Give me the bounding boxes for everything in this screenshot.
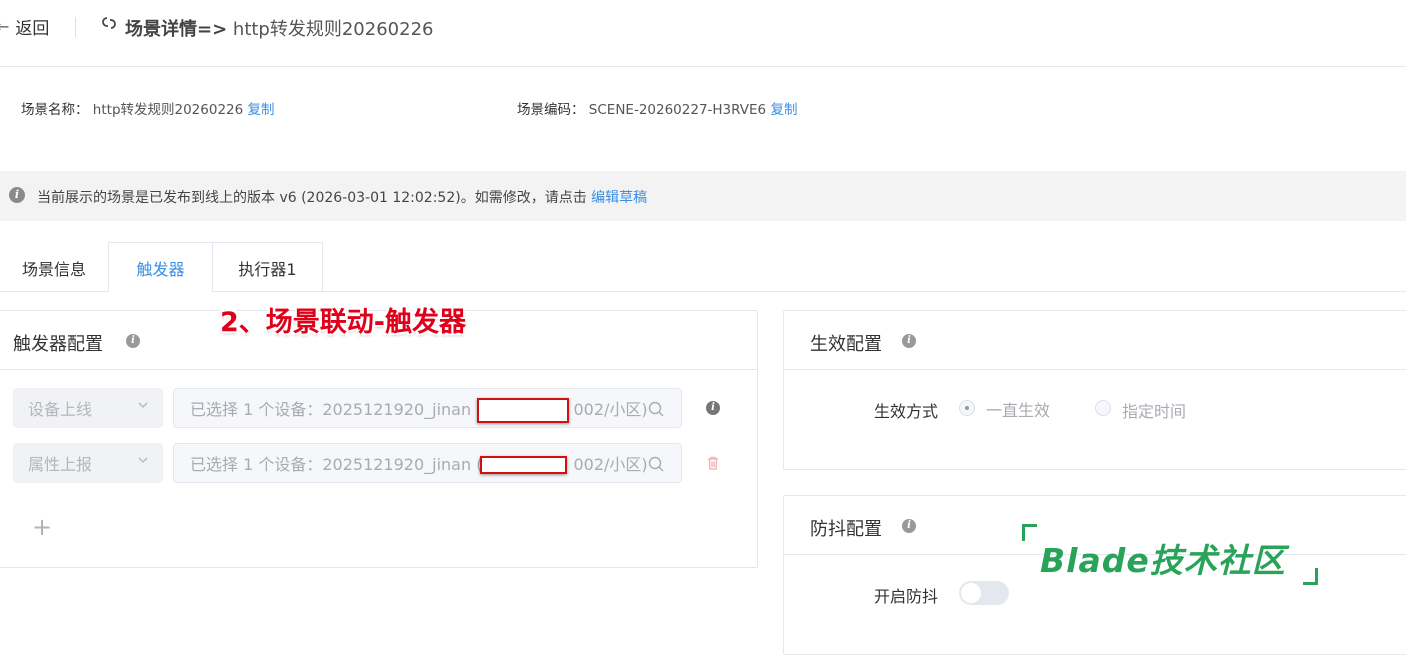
watermark-logo: Blade技术社区	[1040, 541, 1286, 580]
trigger-config-card: 触发器配置 i	[0, 310, 758, 568]
link-icon	[102, 17, 116, 29]
effective-help-icon[interactable]: i	[902, 334, 916, 348]
row-info-icon[interactable]: i	[706, 401, 720, 415]
info-icon: i	[9, 187, 25, 203]
tab-executor-1[interactable]: 执行器1	[213, 242, 323, 292]
annotation-label: 2、场景联动-触发器	[220, 307, 466, 338]
header-divider-line	[0, 66, 1406, 67]
scene-code-field: 场景编码： SCENE-20260227-H3RVE6 复制	[517, 98, 797, 118]
trigger-type-select[interactable]: 设备上线	[13, 388, 163, 428]
arrow-left-icon: ←	[0, 17, 10, 36]
copy-name-link[interactable]: 复制	[248, 102, 275, 118]
device-select-suffix: 002/小区)	[573, 400, 648, 419]
debounce-toggle-label: 开启防抖	[874, 587, 939, 606]
page-title: 场景详情=> http转发规则20260226	[125, 15, 433, 41]
back-button[interactable]: ← 返回	[0, 14, 49, 39]
radio-scheduled-label[interactable]: 指定时间	[1122, 398, 1186, 422]
chevron-down-icon	[138, 402, 148, 408]
trigger-help-icon[interactable]: i	[126, 334, 140, 348]
card-header-divider	[0, 369, 757, 370]
device-select-prefix: 已选择 1 个设备：2025121920_jinan (	[190, 455, 483, 474]
copy-code-link[interactable]: 复制	[770, 102, 797, 118]
page-title-bold: 场景详情=>	[125, 19, 228, 40]
redaction-box	[477, 398, 569, 423]
search-icon[interactable]	[647, 455, 665, 473]
scene-code-value: SCENE-20260227-H3RVE6	[588, 102, 767, 118]
effective-config-card: 生效配置 i	[783, 310, 1406, 470]
watermark-bracket-left	[1022, 524, 1037, 541]
header-divider	[75, 17, 76, 37]
radio-always-label[interactable]: 一直生效	[986, 397, 1050, 421]
device-select-input[interactable]: 已选择 1 个设备：2025121920_jinan ( 002/小区)	[173, 388, 682, 428]
search-icon[interactable]	[647, 400, 665, 418]
scene-name-label: 场景名称：	[21, 102, 89, 118]
debounce-toggle[interactable]	[959, 581, 1009, 605]
effective-config-title: 生效配置	[810, 334, 882, 355]
debounce-help-icon[interactable]: i	[902, 519, 916, 533]
device-select-input[interactable]: 已选择 1 个设备：2025121920_jinan ( 002/小区)	[173, 443, 682, 483]
page-title-scene: http转发规则20260226	[232, 19, 434, 40]
trigger-config-title: 触发器配置	[13, 334, 103, 355]
trigger-type-value: 设备上线	[28, 400, 93, 419]
back-label: 返回	[15, 19, 50, 39]
delete-icon[interactable]	[705, 455, 721, 471]
tab-scene-info[interactable]: 场景信息	[0, 242, 109, 292]
scene-name-field: 场景名称： http转发规则20260226 复制	[21, 98, 275, 118]
watermark-bracket-right	[1303, 568, 1318, 585]
redaction-box	[480, 456, 567, 474]
notice-message: 当前展示的场景是已发布到线上的版本 v6 (2026-03-01 12:02:5…	[37, 190, 587, 206]
scene-code-label: 场景编码：	[517, 102, 585, 118]
radio-always[interactable]	[959, 400, 975, 416]
notice-text: 当前展示的场景是已发布到线上的版本 v6 (2026-03-01 12:02:5…	[37, 187, 647, 207]
radio-scheduled[interactable]	[1095, 400, 1111, 416]
chevron-down-icon	[138, 457, 148, 463]
device-select-prefix: 已选择 1 个设备：2025121920_jinan (	[190, 400, 483, 419]
trigger-type-value: 属性上报	[28, 455, 93, 474]
scene-name-value: http转发规则20260226	[92, 102, 244, 118]
effective-mode-label: 生效方式	[874, 402, 939, 421]
device-select-suffix: 002/小区)	[573, 455, 648, 474]
tab-trigger[interactable]: 触发器	[109, 242, 213, 292]
trigger-type-select[interactable]: 属性上报	[13, 443, 163, 483]
debounce-config-title: 防抖配置	[810, 519, 882, 540]
card-header-divider	[784, 369, 1406, 370]
add-trigger-button[interactable]: +	[32, 515, 52, 539]
edit-draft-link[interactable]: 编辑草稿	[591, 190, 647, 206]
